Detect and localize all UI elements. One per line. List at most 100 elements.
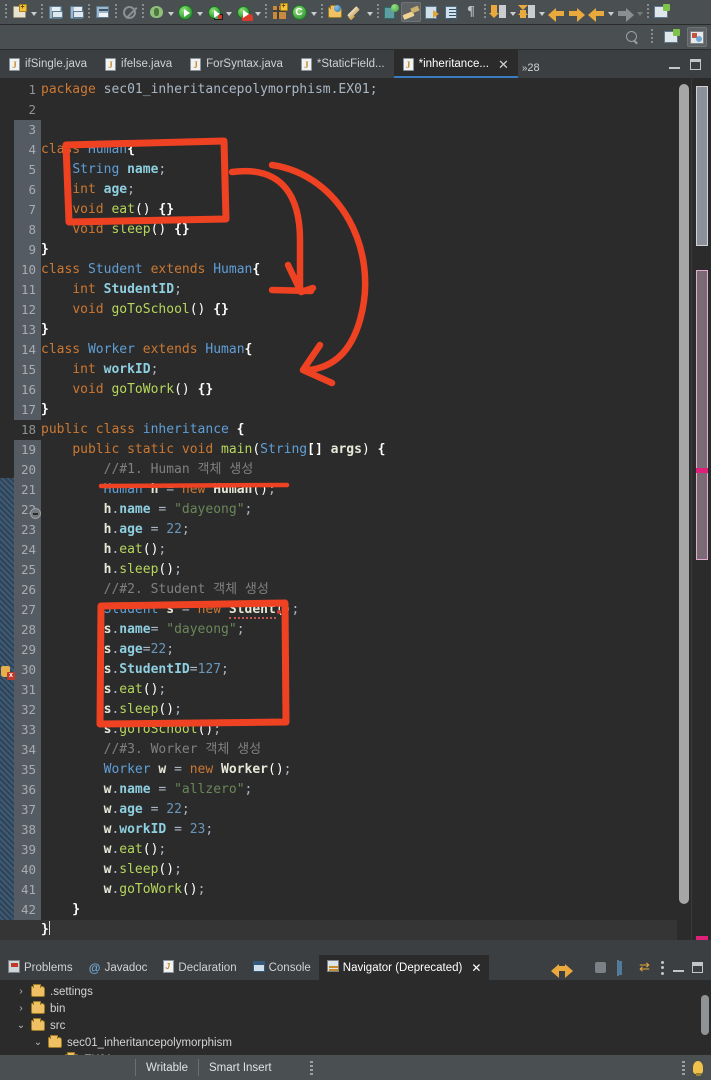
- code-line[interactable]: void eat() {}: [41, 200, 174, 220]
- new-class-dropdown-arrow[interactable]: [309, 2, 318, 22]
- new-java-project-button[interactable]: +: [269, 0, 289, 25]
- status-overflow-dots[interactable]: [309, 1060, 313, 1075]
- status-right-dots[interactable]: [682, 1060, 685, 1075]
- code-line[interactable]: }: [0, 920, 703, 940]
- tree-expand-chevron[interactable]: ›: [16, 986, 26, 997]
- code-line[interactable]: Student s = new Stdent();: [41, 600, 299, 620]
- debug-dropdown-arrow[interactable]: [166, 2, 175, 22]
- code-line[interactable]: }: [41, 400, 49, 420]
- editor-marker-gutter[interactable]: [0, 78, 14, 940]
- code-line[interactable]: int StudentID;: [41, 280, 182, 300]
- back-button[interactable]: [546, 0, 566, 25]
- code-line[interactable]: Worker w = new Worker();: [41, 760, 292, 780]
- code-line[interactable]: Human h = new Human();: [41, 480, 276, 500]
- overview-error-mark[interactable]: [696, 468, 708, 473]
- forward-button[interactable]: [566, 0, 586, 25]
- maximize-editor-button[interactable]: [690, 58, 701, 70]
- open-perspective-button[interactable]: [651, 0, 671, 25]
- next-annotation-button[interactable]: [488, 0, 517, 25]
- new-window-button[interactable]: [92, 0, 112, 25]
- tree-expand-chevron[interactable]: ›: [16, 1003, 26, 1014]
- code-line[interactable]: }: [41, 320, 49, 340]
- code-line[interactable]: String name;: [41, 160, 166, 180]
- tree-item[interactable]: › bin: [0, 1000, 711, 1017]
- search-icon[interactable]: [622, 27, 642, 47]
- overview-error-mark-bottom[interactable]: [696, 936, 708, 940]
- code-line[interactable]: h.sleep();: [41, 560, 182, 580]
- editor-tab-1[interactable]: ifelse.java: [96, 50, 181, 78]
- code-line[interactable]: h.name = "dayeong";: [41, 500, 253, 520]
- fold-collapse-icon[interactable]: [30, 508, 41, 519]
- code-line[interactable]: s.eat();: [41, 680, 167, 700]
- home-icon[interactable]: [595, 961, 609, 974]
- pencil-button[interactable]: [345, 0, 374, 25]
- code-line[interactable]: void sleep() {}: [41, 220, 189, 240]
- new-file-button[interactable]: +: [9, 0, 38, 25]
- code-line[interactable]: public class inheritance {: [41, 420, 245, 440]
- paragraph-button[interactable]: ¶: [461, 0, 481, 25]
- editor-vertical-scrollbar[interactable]: [677, 78, 691, 940]
- save-button[interactable]: [45, 0, 65, 25]
- bottom-tab-declaration[interactable]: J Declaration: [155, 955, 244, 980]
- code-line[interactable]: s.goToSchool();: [41, 720, 221, 740]
- code-line[interactable]: w.age = 22;: [41, 800, 190, 820]
- save-all-button[interactable]: [65, 0, 85, 25]
- profile-dropdown-arrow[interactable]: [253, 2, 262, 22]
- minimize-editor-button[interactable]: [669, 60, 680, 69]
- next-annotation-dropdown-arrow[interactable]: [508, 2, 517, 22]
- forward-icon[interactable]: [573, 961, 587, 974]
- code-line[interactable]: h.age = 22;: [41, 520, 190, 540]
- run-button[interactable]: [175, 0, 204, 25]
- code-line[interactable]: s.StudentID=127;: [41, 660, 229, 680]
- code-line[interactable]: h.eat();: [41, 540, 167, 560]
- bottom-tab-problems[interactable]: Problems: [0, 955, 81, 980]
- open-perspective-icon[interactable]: [661, 27, 681, 47]
- new-class-button[interactable]: C: [289, 0, 318, 25]
- code-line[interactable]: s.name= "dayeong";: [41, 620, 245, 640]
- tip-bulb-icon[interactable]: [693, 1061, 703, 1076]
- code-line[interactable]: w.workID = 23;: [41, 820, 214, 840]
- view-menu-icon[interactable]: [661, 960, 665, 975]
- java-perspective-icon[interactable]: [687, 27, 707, 47]
- tree-expand-chevron[interactable]: ⌄: [16, 1020, 26, 1031]
- editor-tab-3[interactable]: *StaticField...: [292, 50, 394, 78]
- bottom-tab-console[interactable]: Console: [245, 955, 319, 980]
- open-type-button[interactable]: [325, 0, 345, 25]
- last-edit-dropdown-arrow[interactable]: [606, 2, 615, 22]
- tree-item[interactable]: ⌄ sec01_inheritancepolymorphism: [0, 1034, 711, 1051]
- code-line[interactable]: //#2. Student 객체 생성: [41, 580, 269, 600]
- close-tab-button[interactable]: ✕: [498, 58, 509, 71]
- code-line[interactable]: s.sleep();: [41, 700, 182, 720]
- new-file-dropdown-arrow[interactable]: [29, 2, 38, 22]
- code-line[interactable]: //#1. Human 객체 생성: [41, 460, 254, 480]
- code-line[interactable]: void goToSchool() {}: [41, 300, 229, 320]
- code-line[interactable]: class Worker extends Human{: [41, 340, 252, 360]
- code-line[interactable]: int age;: [41, 180, 135, 200]
- editor-tab-0[interactable]: ifSingle.java: [0, 50, 96, 78]
- error-marker-icon[interactable]: x: [1, 666, 15, 680]
- editor-tab-4[interactable]: *inheritance... ✕: [393, 50, 519, 78]
- code-line[interactable]: }: [41, 240, 49, 260]
- run-external-tools-button[interactable]: [204, 0, 233, 25]
- code-line[interactable]: w.name = "allzero";: [41, 780, 253, 800]
- code-line[interactable]: w.eat();: [41, 840, 167, 860]
- link-with-editor-icon[interactable]: ⇄: [639, 960, 653, 974]
- code-content[interactable]: package sec01_inheritancepolymorphism.EX…: [0, 78, 711, 940]
- navigator-scrollbar-thumb[interactable]: [701, 995, 709, 1035]
- editor-tab-2[interactable]: ForSyntax.java: [181, 50, 292, 78]
- collapse-all-icon[interactable]: [617, 960, 631, 976]
- code-line[interactable]: int workID;: [41, 360, 158, 380]
- tab-overflow-button[interactable]: » 28: [518, 50, 546, 78]
- bottom-tab-javadoc[interactable]: @ Javadoc: [81, 955, 156, 980]
- code-line[interactable]: s.age=22;: [41, 640, 174, 660]
- code-line[interactable]: w.sleep();: [41, 860, 182, 880]
- code-line[interactable]: w.goToWork();: [41, 880, 206, 900]
- code-line[interactable]: //#3. Worker 객체 생성: [41, 740, 261, 760]
- toggle-mark-occurrences-button[interactable]: [381, 0, 401, 25]
- code-editor[interactable]: 1 2 3 4 5 6 7 8 9 10 11 12 13 14 15 16 17 18 19 20 21 22 23 24 2…: [0, 78, 711, 940]
- editor-overview-ruler[interactable]: [691, 78, 711, 940]
- previous-annotation-dropdown-arrow[interactable]: [537, 2, 546, 22]
- code-line[interactable]: void goToWork() {}: [41, 380, 213, 400]
- run-dropdown-arrow[interactable]: [195, 2, 204, 22]
- close-view-button[interactable]: ✕: [471, 961, 481, 975]
